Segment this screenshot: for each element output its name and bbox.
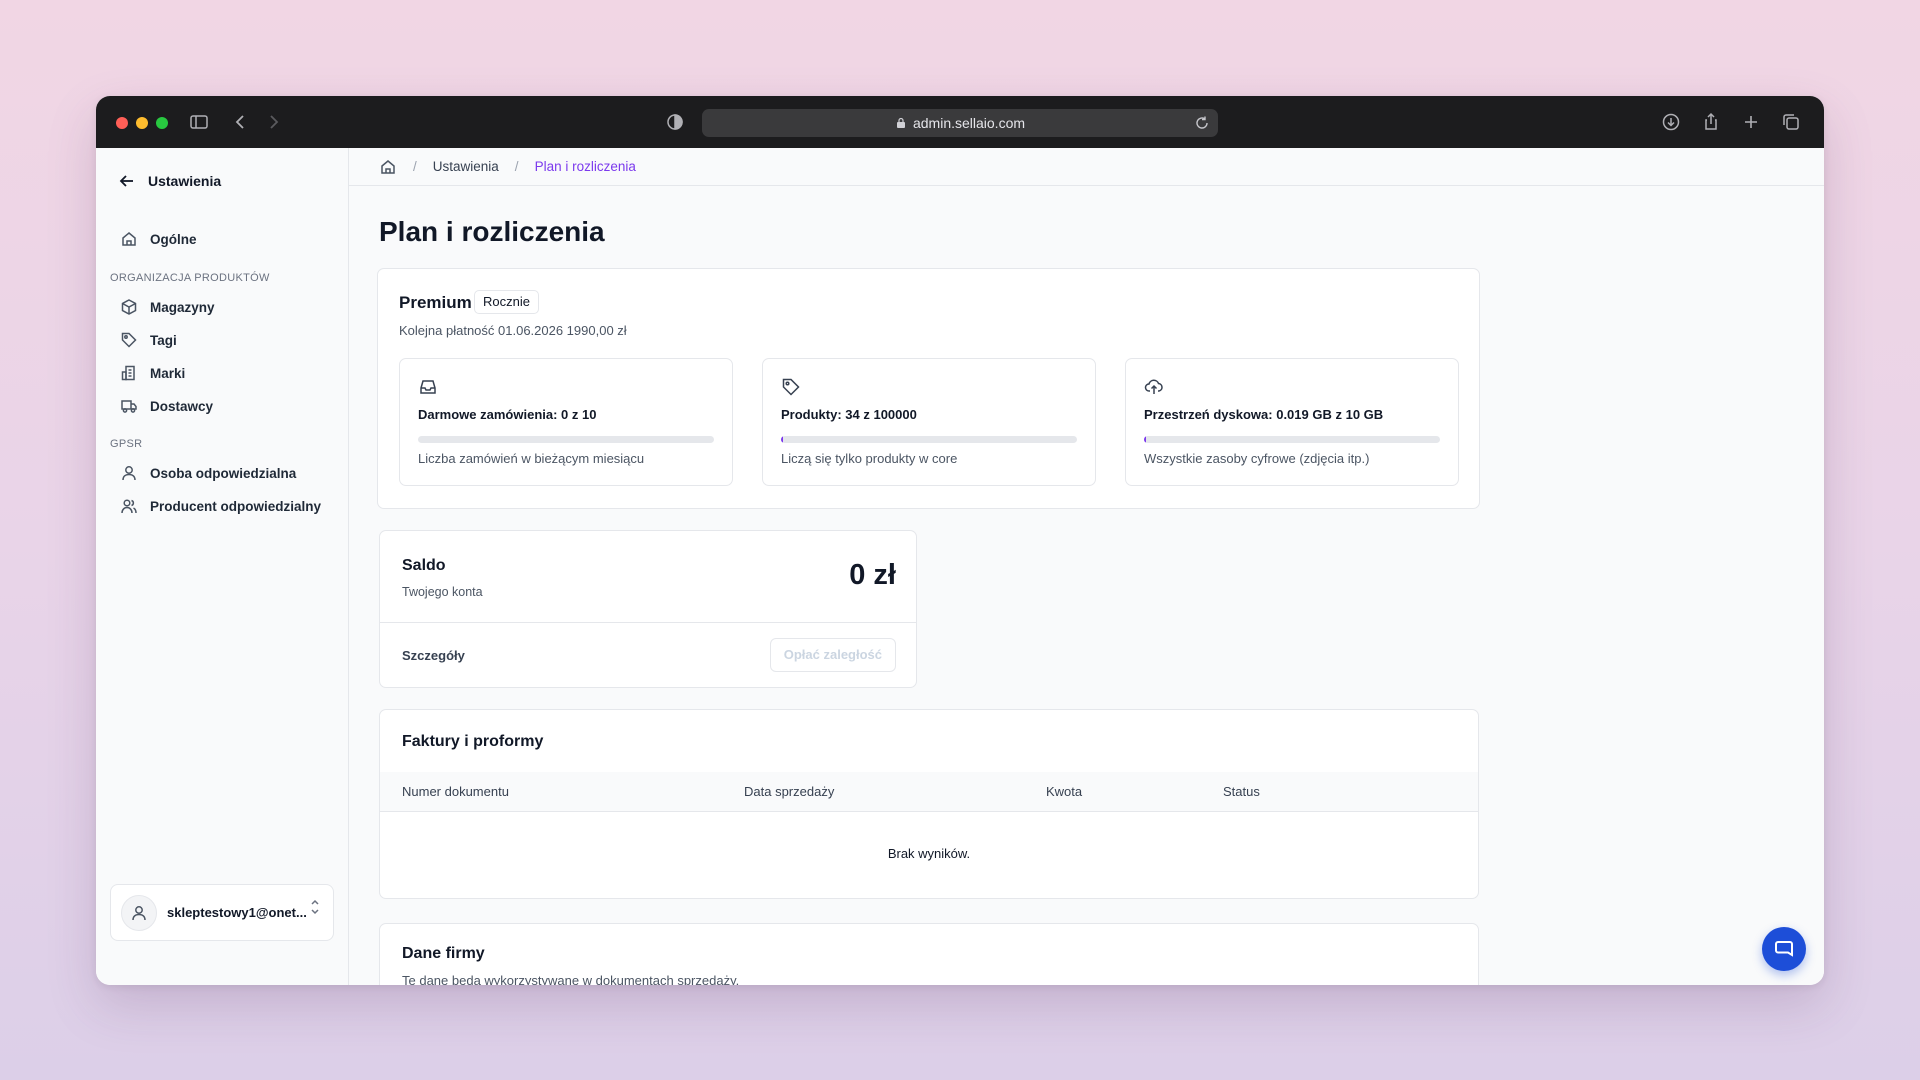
sidebar-item-warehouses[interactable]: Magazyny xyxy=(120,298,215,316)
sidebar-item-label: Producent odpowiedzialny xyxy=(150,498,322,514)
sidebar-item-responsible-producer[interactable]: Producent odpowiedzialny xyxy=(120,497,321,515)
lock-icon xyxy=(896,117,905,128)
home-icon[interactable] xyxy=(379,158,397,176)
balance-subtitle: Twojego konta xyxy=(402,585,483,599)
sidebar-item-label: Magazyny xyxy=(150,299,215,315)
column-header-document-number[interactable]: Numer dokumentu xyxy=(402,784,509,799)
account-switcher[interactable]: skleptestowy1@onet... xyxy=(110,884,334,941)
main-content: / Ustawienia / Plan i rozliczenia Plan i… xyxy=(349,148,1824,985)
chevron-up-down-icon xyxy=(311,899,319,915)
breadcrumb-item-settings[interactable]: Ustawienia xyxy=(433,159,499,174)
reload-icon[interactable] xyxy=(1194,115,1210,131)
user-icon xyxy=(132,905,146,920)
divider xyxy=(380,622,916,623)
section-heading-products: ORGANIZACJA PRODUKTÓW xyxy=(110,272,270,284)
empty-results-text: Brak wyników. xyxy=(887,846,971,861)
browser-titlebar: admin.sellaio.com xyxy=(96,96,1824,148)
column-header-amount[interactable]: Kwota xyxy=(1046,784,1082,799)
cloud-upload-icon xyxy=(1144,379,1163,394)
company-title: Dane firmy xyxy=(402,945,485,962)
sidebar-item-suppliers[interactable]: Dostawcy xyxy=(120,397,213,415)
page-title: Plan i rozliczenia xyxy=(379,216,605,247)
sidebar-item-label: Dostawcy xyxy=(150,398,214,414)
truck-icon xyxy=(121,400,137,413)
sidebar-item-label: Ogólne xyxy=(150,231,197,247)
back-label: Ustawienia xyxy=(148,173,222,189)
invoices-title: Faktury i proformy xyxy=(402,733,544,750)
plan-name: Premium xyxy=(399,293,472,312)
new-tab-icon[interactable] xyxy=(1740,111,1762,133)
sidebar-item-general[interactable]: Ogólne xyxy=(120,230,197,248)
users-icon xyxy=(121,499,137,514)
home-icon xyxy=(122,232,136,246)
sidebar-toggle-icon[interactable] xyxy=(188,111,210,133)
download-icon[interactable] xyxy=(1660,111,1682,133)
minimize-window-button[interactable] xyxy=(136,117,148,129)
maximize-window-button[interactable] xyxy=(156,117,168,129)
chat-widget-button[interactable] xyxy=(1762,927,1806,971)
usage-title: Darmowe zamówienia: 0 z 10 xyxy=(418,407,597,422)
package-icon xyxy=(121,299,137,315)
sidebar-item-label: Tagi xyxy=(150,332,177,348)
usage-description: Liczba zamówień w bieżącym miesiącu xyxy=(418,451,645,466)
pay-overdue-button[interactable]: Opłać zaległość xyxy=(769,638,896,672)
billing-period-badge: Rocznie xyxy=(474,290,539,314)
usage-progress-fill xyxy=(1144,436,1146,443)
chat-icon xyxy=(1775,941,1793,957)
browser-window: admin.sellaio.com Ustawienia Ogólne ORGA… xyxy=(96,96,1824,985)
forward-icon[interactable] xyxy=(262,111,284,133)
breadcrumb: / Ustawienia / Plan i rozliczenia xyxy=(349,148,1824,186)
usage-progress-bar xyxy=(1144,436,1440,443)
tag-icon xyxy=(782,378,800,396)
usage-progress-bar xyxy=(781,436,1077,443)
next-payment-text: Kolejna płatność 01.06.2026 1990,00 zł xyxy=(399,323,627,338)
sidebar-item-tags[interactable]: Tagi xyxy=(120,331,177,349)
usage-progress-fill xyxy=(781,436,783,443)
building-icon xyxy=(121,365,135,381)
share-icon[interactable] xyxy=(1700,111,1722,133)
section-heading-gpsr: GPSR xyxy=(110,438,143,450)
breadcrumb-item-current[interactable]: Plan i rozliczenia xyxy=(535,159,636,174)
avatar xyxy=(121,894,157,931)
usage-progress-bar xyxy=(418,436,714,443)
user-icon xyxy=(122,466,136,481)
address-bar[interactable]: admin.sellaio.com xyxy=(702,109,1218,137)
usage-description: Wszystkie zasoby cyfrowe (zdjęcia itp.) xyxy=(1144,451,1370,466)
company-data-card: Dane firmy Te dane będą wykorzystywane w… xyxy=(379,923,1479,985)
invoices-card: Faktury i proformy Numer dokumentu Data … xyxy=(379,709,1479,899)
usage-card-storage: Przestrzeń dyskowa: 0.019 GB z 10 GB Wsz… xyxy=(1125,358,1459,486)
sidebar-item-brands[interactable]: Marki xyxy=(120,364,185,382)
sidebar-item-responsible-person[interactable]: Osoba odpowiedzialna xyxy=(120,464,296,482)
invoices-table-header: Numer dokumentu Data sprzedaży Kwota Sta… xyxy=(380,772,1478,812)
tab-overview-icon[interactable] xyxy=(1780,111,1802,133)
usage-title: Produkty: 34 z 100000 xyxy=(781,407,917,422)
sidebar-item-label: Marki xyxy=(150,365,186,381)
breadcrumb-separator: / xyxy=(413,159,417,174)
company-subtitle: Te dane będą wykorzystywane w dokumentac… xyxy=(402,973,740,985)
close-window-button[interactable] xyxy=(116,117,128,129)
user-email: skleptestowy1@onet... xyxy=(167,905,307,920)
usage-card-products: Produkty: 34 z 100000 Liczą się tylko pr… xyxy=(762,358,1096,486)
tag-icon xyxy=(121,332,137,348)
balance-card: Saldo Twojego konta 0 zł Szczegóły Opłać… xyxy=(379,530,917,688)
usage-card-orders: Darmowe zamówienia: 0 z 10 Liczba zamówi… xyxy=(399,358,733,486)
url-text: admin.sellaio.com xyxy=(912,115,1026,131)
balance-title: Saldo xyxy=(402,557,446,574)
arrow-left-icon xyxy=(119,175,133,187)
column-header-sale-date[interactable]: Data sprzedaży xyxy=(744,784,834,799)
back-to-settings-link[interactable]: Ustawienia xyxy=(118,172,221,190)
usage-title: Przestrzeń dyskowa: 0.019 GB z 10 GB xyxy=(1144,407,1384,422)
privacy-shield-icon[interactable] xyxy=(664,111,686,133)
plan-card: Premium Rocznie Kolejna płatność 01.06.2… xyxy=(377,268,1480,509)
balance-amount: 0 zł xyxy=(849,559,896,591)
settings-sidebar: Ustawienia Ogólne ORGANIZACJA PRODUKTÓW … xyxy=(96,148,349,985)
inbox-icon xyxy=(420,380,436,394)
balance-details-link[interactable]: Szczegóły xyxy=(402,648,465,663)
usage-description: Liczą się tylko produkty w core xyxy=(781,451,958,466)
column-header-status[interactable]: Status xyxy=(1223,784,1260,799)
breadcrumb-separator: / xyxy=(514,159,519,174)
back-icon[interactable] xyxy=(230,111,252,133)
sidebar-item-label: Osoba odpowiedzialna xyxy=(150,465,297,481)
